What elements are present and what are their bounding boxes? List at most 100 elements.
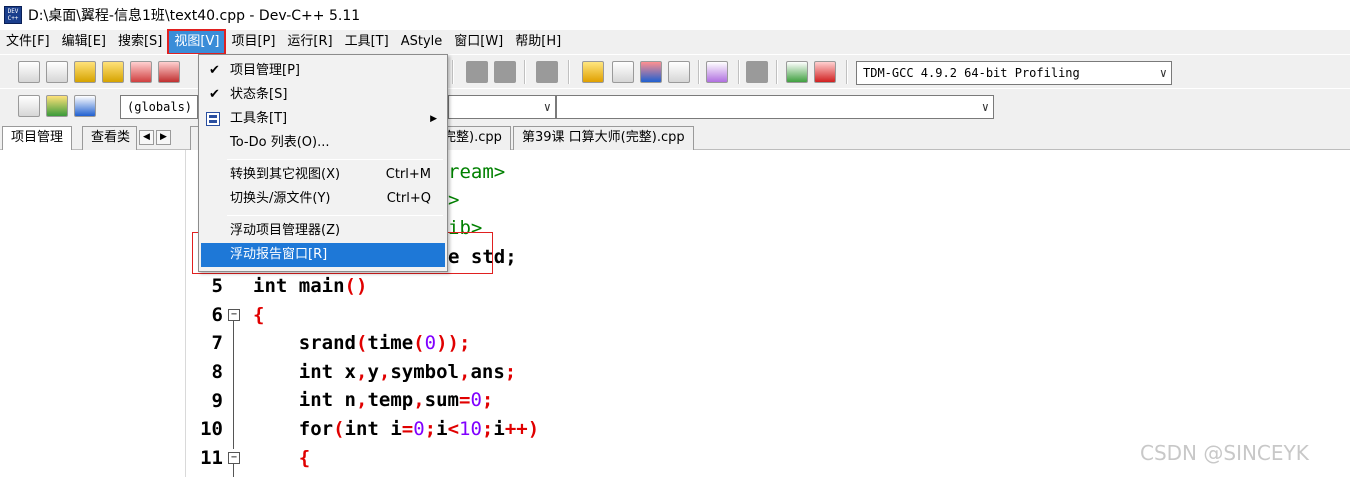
menu-item-label: 转换到其它视图(X): [230, 167, 341, 182]
class-combo[interactable]: ∨: [448, 95, 556, 119]
print-icon[interactable]: [158, 61, 180, 83]
line-number: 5: [211, 275, 223, 297]
checkmark-icon: ✔: [209, 63, 220, 78]
code-line: int main(): [253, 275, 368, 297]
menu-item[interactable]: 工具[T]: [339, 30, 395, 54]
menu-item-project-manager[interactable]: ✔ 项目管理[P]: [201, 59, 445, 83]
toolbar-separator: [846, 60, 848, 84]
save-icon[interactable]: [74, 61, 96, 83]
line-number: 8: [211, 361, 223, 383]
code-line: int x,y,symbol,ans;: [298, 360, 517, 383]
menu-item[interactable]: 搜索[S]: [112, 30, 168, 54]
menu-item[interactable]: 窗口[W]: [448, 30, 509, 54]
compile-icon[interactable]: [582, 61, 604, 83]
menu-item[interactable]: 项目[P]: [225, 30, 281, 54]
menu-separator: [227, 215, 443, 216]
close-file-icon[interactable]: [130, 61, 152, 83]
chevron-down-icon: ∨: [1159, 66, 1167, 80]
menu-item-label: 项目管理[P]: [230, 63, 300, 78]
menu-item-float-project-manager[interactable]: 浮动项目管理器(Z): [201, 219, 445, 243]
stop-execution-icon[interactable]: [746, 61, 768, 83]
menu-item-label: 切换头/源文件(Y): [230, 191, 331, 206]
insert-code-icon[interactable]: [18, 95, 40, 117]
line-number: 9: [211, 390, 223, 412]
code-lines: int main() { srand(time(0)); int x,y,symb…: [253, 272, 539, 472]
menu-item-label: 浮动报告窗口[R]: [230, 247, 328, 262]
delete-profile-icon[interactable]: [814, 61, 836, 83]
toolbar-separator: [452, 60, 454, 84]
devcpp-app-icon: DEV C++: [4, 6, 22, 24]
toolbar-separator: [738, 60, 740, 84]
fold-collapse-icon[interactable]: −: [228, 452, 240, 464]
code-line: {: [298, 446, 311, 469]
add-bookmark-icon[interactable]: [46, 95, 68, 117]
line-number: 10: [200, 418, 223, 440]
editor-tab-2[interactable]: 第39课 口算大师(完整).cpp: [513, 126, 694, 150]
menu-item-switch-view[interactable]: 转换到其它视图(X) Ctrl+M: [201, 163, 445, 187]
scope-combo-value: (globals): [127, 100, 193, 114]
compiler-select-value: TDM-GCC 4.9.2 64-bit Profiling: [863, 66, 1080, 80]
view-menu-dropdown: ✔ 项目管理[P] ✔ 状态条[S] 工具条[T] ▶ To-Do 列表(O).…: [198, 54, 448, 272]
menu-separator: [227, 159, 443, 160]
tab-class-browser[interactable]: 查看类: [82, 126, 137, 150]
compiler-select[interactable]: TDM-GCC 4.9.2 64-bit Profiling ∨: [856, 61, 1172, 85]
menu-item-label: 浮动项目管理器(Z): [230, 223, 341, 238]
open-file-icon[interactable]: [46, 61, 68, 83]
project-panel: [0, 150, 186, 477]
save-all-icon[interactable]: [102, 61, 124, 83]
code-line: int n,temp,sum=0;: [298, 389, 494, 412]
menu-item-label: 状态条[S]: [230, 87, 288, 102]
checkmark-icon: ✔: [209, 87, 220, 102]
tab-project-manager[interactable]: 项目管理: [2, 126, 73, 150]
menu-item-shortcut: Ctrl+Q: [386, 191, 431, 206]
toolbar-separator: [568, 60, 570, 84]
menu-item-swap-header-source[interactable]: 切换头/源文件(Y) Ctrl+Q: [201, 187, 445, 211]
menu-view[interactable]: 视图[V]: [167, 29, 227, 55]
menu-item-label: 工具条[T]: [230, 111, 288, 126]
tab-scroll-left-icon[interactable]: ◀: [139, 130, 154, 145]
syntax-check-icon[interactable]: [706, 61, 728, 83]
line-number: 6: [211, 304, 223, 326]
menu-item-todo-list[interactable]: To-Do 列表(O)...: [201, 131, 445, 155]
menu-item-float-report-window[interactable]: 浮动报告窗口[R]: [201, 243, 445, 267]
rebuild-icon[interactable]: [668, 61, 690, 83]
menu-item[interactable]: 帮助[H]: [509, 30, 567, 54]
scope-combo[interactable]: (globals): [120, 95, 198, 119]
menu-item-statusbar[interactable]: ✔ 状态条[S]: [201, 83, 445, 107]
run-icon[interactable]: [612, 61, 634, 83]
menu-item-shortcut: Ctrl+M: [385, 167, 431, 182]
unindent-icon[interactable]: [494, 61, 516, 83]
compile-run-icon[interactable]: [640, 61, 662, 83]
code-line: srand(time(0));: [253, 332, 471, 355]
new-file-icon[interactable]: [18, 61, 40, 83]
menu-item[interactable]: 文件[F]: [0, 30, 56, 54]
toolbar-separator: [698, 60, 700, 84]
menu-bar: 文件[F] 编辑[E] 搜索[S] 视图[V] 项目[P] 运行[R] 工具[T] AStyl…: [0, 29, 1350, 55]
code-fragment: ream>: [448, 161, 506, 183]
goto-bookmark-icon[interactable]: [74, 95, 96, 117]
fold-guide-line: [233, 464, 234, 477]
tab-scroll-right-icon[interactable]: ▶: [156, 130, 171, 145]
submenu-arrow-icon: ▶: [430, 114, 437, 124]
window-title: D:\桌面\翼程-信息1班\text40.cpp - Dev-C++ 5.11: [28, 8, 361, 24]
menu-item[interactable]: 编辑[E]: [56, 30, 112, 54]
toolbar-separator: [776, 60, 778, 84]
profile-chart-icon[interactable]: [786, 61, 808, 83]
menu-item-toolbars[interactable]: 工具条[T] ▶: [201, 107, 445, 131]
menu-item[interactable]: AStyle: [395, 30, 449, 54]
watermark: CSDN @SINCEYK: [1140, 441, 1309, 465]
member-combo[interactable]: ∨: [556, 95, 994, 119]
toolbar-separator: [524, 60, 526, 84]
chevron-down-icon: ∨: [981, 100, 989, 114]
menu-item[interactable]: 运行[R]: [281, 30, 338, 54]
indent-icon[interactable]: [466, 61, 488, 83]
code-line: for(int i=0;i<10;i++): [298, 417, 540, 440]
title-bar: DEV C++ D:\桌面\翼程-信息1班\text40.cpp - Dev-C+…: [0, 0, 1350, 30]
menu-item-label: To-Do 列表(O)...: [230, 135, 330, 150]
fold-collapse-icon[interactable]: −: [228, 309, 240, 321]
toolbar-icon: [206, 112, 220, 126]
code-line: {: [253, 303, 265, 326]
bookmark-icon[interactable]: [536, 61, 558, 83]
code-fragment: >: [448, 189, 460, 211]
line-number: 7: [211, 332, 223, 354]
